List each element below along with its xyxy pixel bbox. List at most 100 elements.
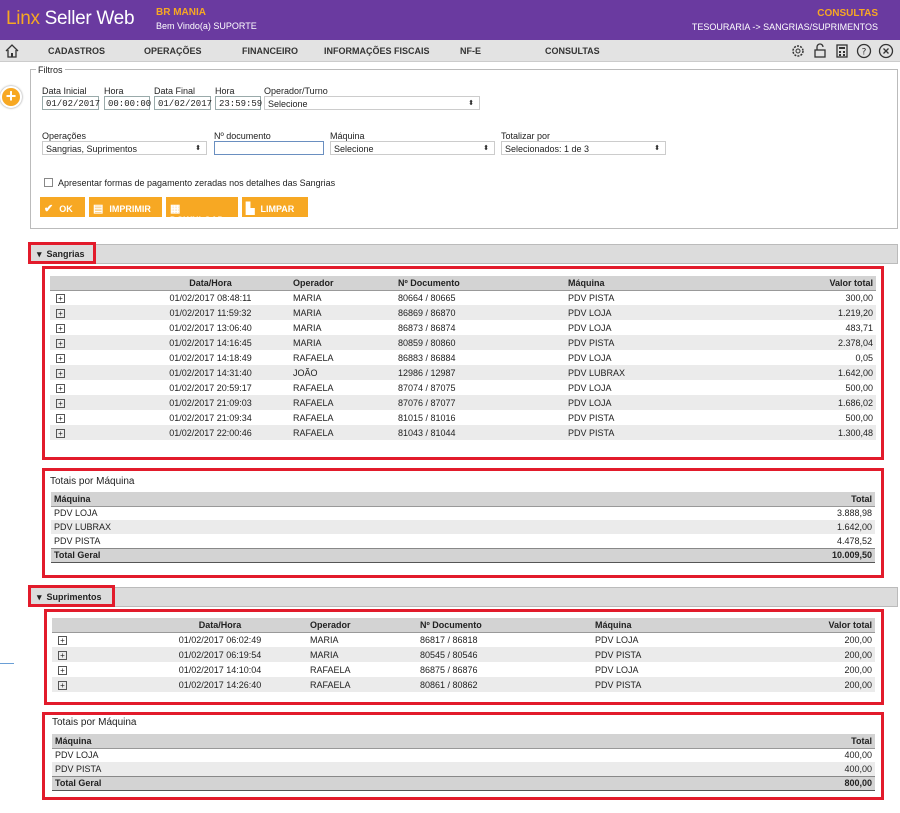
table-row[interactable]: +01/02/2017 14:31:40 JOÃO 12986 / 12987 PDV… bbox=[50, 365, 876, 380]
gear-icon[interactable] bbox=[790, 43, 806, 59]
col-documento[interactable]: Nº Documento bbox=[420, 618, 595, 633]
suprimentos-section-header[interactable]: ▾ Suprimentos bbox=[30, 587, 898, 607]
help-icon[interactable]: ? bbox=[856, 43, 872, 59]
expand-cell[interactable]: + bbox=[50, 410, 128, 425]
expand-plus-icon[interactable]: + bbox=[58, 635, 67, 645]
menu-consultas[interactable]: CONSULTAS bbox=[545, 46, 600, 56]
close-icon[interactable] bbox=[878, 43, 894, 59]
expand-plus-icon[interactable]: + bbox=[56, 293, 65, 303]
expand-cell[interactable]: + bbox=[50, 395, 128, 410]
expand-cell[interactable]: + bbox=[50, 350, 128, 365]
table-row[interactable]: +01/02/2017 11:59:32 MARIA 86869 / 86870 PD… bbox=[50, 305, 876, 320]
expand-cell[interactable]: + bbox=[50, 365, 128, 380]
maquina-select[interactable]: Selecione ⬍ bbox=[330, 141, 495, 155]
expand-column-header bbox=[50, 276, 128, 291]
zeradas-checkbox[interactable] bbox=[44, 178, 53, 187]
expand-plus-icon[interactable]: + bbox=[56, 353, 65, 363]
menu-nfe[interactable]: NF-E bbox=[460, 46, 481, 56]
table-row[interactable]: +01/02/2017 20:59:17 RAFAELA 87074 / 87075… bbox=[50, 380, 876, 395]
table-row[interactable]: +01/02/2017 22:00:46 RAFAELA 81043 / 81044… bbox=[50, 425, 876, 440]
expand-plus-icon[interactable]: + bbox=[56, 383, 65, 393]
menu-informacoes-fiscais[interactable]: INFORMAÇÕES FISCAIS bbox=[324, 46, 430, 56]
maquina-cell: PDV PISTA bbox=[51, 534, 518, 548]
home-icon[interactable] bbox=[4, 43, 20, 59]
table-row[interactable]: +01/02/2017 08:48:11 MARIA 80664 / 80665 PD… bbox=[50, 290, 876, 305]
data-final-input[interactable]: 01/02/2017 bbox=[154, 96, 212, 110]
table-row[interactable]: +01/02/2017 14:10:04 RAFAELA 86875 / 86876… bbox=[52, 662, 875, 677]
expand-plus-icon[interactable]: + bbox=[58, 665, 67, 675]
sangrias-section-header[interactable]: ▾ Sangrias bbox=[30, 244, 898, 264]
expand-plus-icon[interactable]: + bbox=[56, 428, 65, 438]
data-inicial-input[interactable]: 01/02/2017 bbox=[42, 96, 100, 110]
operador-cell: RAFAELA bbox=[293, 395, 398, 410]
expand-cell[interactable]: + bbox=[50, 290, 128, 305]
expand-cell[interactable]: + bbox=[50, 335, 128, 350]
totals-row: PDV LOJA 400,00 bbox=[52, 748, 875, 762]
documento-cell: 86875 / 86876 bbox=[420, 662, 595, 677]
hora-inicial-input[interactable]: 00:00:00 bbox=[104, 96, 151, 110]
expand-cell[interactable]: + bbox=[52, 647, 130, 662]
top-bar: Linx Seller Web BR MANIA Bem Vindo(a) SU… bbox=[0, 0, 900, 40]
documento-input[interactable] bbox=[214, 141, 324, 155]
expand-plus-icon[interactable]: + bbox=[58, 650, 67, 660]
expand-plus-icon[interactable]: + bbox=[56, 368, 65, 378]
table-row[interactable]: +01/02/2017 06:02:49 MARIA 86817 / 86818 PD… bbox=[52, 632, 875, 647]
expand-cell[interactable]: + bbox=[50, 305, 128, 320]
expand-plus-icon[interactable]: + bbox=[56, 338, 65, 348]
operacoes-select[interactable]: Sangrias, Suprimentos ⬍ bbox=[42, 141, 207, 155]
menu-operacoes[interactable]: OPERAÇÕES bbox=[144, 46, 202, 56]
hora-final-input[interactable]: 23:59:59 bbox=[215, 96, 262, 110]
col-operador[interactable]: Operador bbox=[310, 618, 420, 633]
table-row[interactable]: +01/02/2017 14:26:40 RAFAELA 80861 / 80862… bbox=[52, 677, 875, 692]
imprimir-button[interactable]: ▤ IMPRIMIR bbox=[89, 197, 162, 217]
expand-plus-icon[interactable]: + bbox=[56, 323, 65, 333]
operador-cell: MARIA bbox=[293, 305, 398, 320]
sangrias-table: Data/Hora Operador Nº Documento Máquina … bbox=[50, 276, 876, 440]
operador-label: Operador/Turno bbox=[264, 86, 328, 96]
maquina-cell: PDV LOJA bbox=[568, 305, 738, 320]
menu-financeiro[interactable]: FINANCEIRO bbox=[242, 46, 298, 56]
suprimentos-toggle[interactable]: ▾ Suprimentos bbox=[31, 588, 108, 606]
table-row[interactable]: +01/02/2017 14:18:49 RAFAELA 86883 / 86884… bbox=[50, 350, 876, 365]
table-row[interactable]: +01/02/2017 14:16:45 MARIA 80859 / 80860 PD… bbox=[50, 335, 876, 350]
totalizar-select[interactable]: Selecionados: 1 de 3 ⬍ bbox=[501, 141, 666, 155]
col-maquina[interactable]: Máquina bbox=[568, 276, 738, 291]
table-row[interactable]: +01/02/2017 21:09:34 RAFAELA 81015 / 81016… bbox=[50, 410, 876, 425]
expand-cell[interactable]: + bbox=[52, 662, 130, 677]
col-documento[interactable]: Nº Documento bbox=[398, 276, 568, 291]
table-row[interactable]: +01/02/2017 21:09:03 RAFAELA 87076 / 87077… bbox=[50, 395, 876, 410]
expand-cell[interactable]: + bbox=[50, 320, 128, 335]
col-data-hora[interactable]: Data/Hora bbox=[130, 618, 310, 633]
add-button[interactable]: + bbox=[0, 86, 22, 108]
sangrias-toggle[interactable]: ▾ Sangrias bbox=[31, 245, 91, 263]
table-row[interactable]: +01/02/2017 13:06:40 MARIA 86873 / 86874 PD… bbox=[50, 320, 876, 335]
expand-cell[interactable]: + bbox=[52, 677, 130, 692]
expand-cell[interactable]: + bbox=[50, 380, 128, 395]
col-valor-total[interactable]: Valor total bbox=[738, 276, 876, 291]
expand-cell[interactable]: + bbox=[52, 632, 130, 647]
operador-cell: RAFAELA bbox=[293, 410, 398, 425]
download-button[interactable]: ▦DOWNLOAD bbox=[166, 197, 238, 225]
menu-cadastros[interactable]: CADASTROS bbox=[48, 46, 105, 56]
ok-button[interactable]: ✔ OK bbox=[40, 197, 85, 217]
col-operador[interactable]: Operador bbox=[293, 276, 398, 291]
documento-cell: 87074 / 87075 bbox=[398, 380, 568, 395]
col-maquina[interactable]: Máquina bbox=[595, 618, 745, 633]
table-row[interactable]: +01/02/2017 06:19:54 MARIA 80545 / 80546 PD… bbox=[52, 647, 875, 662]
data-hora-cell: 01/02/2017 11:59:32 bbox=[128, 305, 293, 320]
expand-plus-icon[interactable]: + bbox=[56, 398, 65, 408]
col-valor-total[interactable]: Valor total bbox=[745, 618, 875, 633]
operador-select[interactable]: Selecione ⬍ bbox=[264, 96, 480, 110]
lock-icon[interactable] bbox=[812, 43, 828, 59]
col-data-hora[interactable]: Data/Hora bbox=[128, 276, 293, 291]
operador-cell: MARIA bbox=[293, 335, 398, 350]
expand-plus-icon[interactable]: + bbox=[56, 308, 65, 318]
calculator-icon[interactable] bbox=[834, 43, 850, 59]
expand-plus-icon[interactable]: + bbox=[56, 413, 65, 423]
expand-cell[interactable]: + bbox=[50, 425, 128, 440]
maquina-cell: PDV LOJA bbox=[51, 506, 518, 520]
limpar-button[interactable]: ▙ LIMPAR bbox=[242, 197, 308, 217]
data-hora-cell: 01/02/2017 14:10:04 bbox=[130, 662, 310, 677]
totals-row: PDV LUBRAX 1.642,00 bbox=[51, 520, 875, 534]
expand-plus-icon[interactable]: + bbox=[58, 680, 67, 690]
